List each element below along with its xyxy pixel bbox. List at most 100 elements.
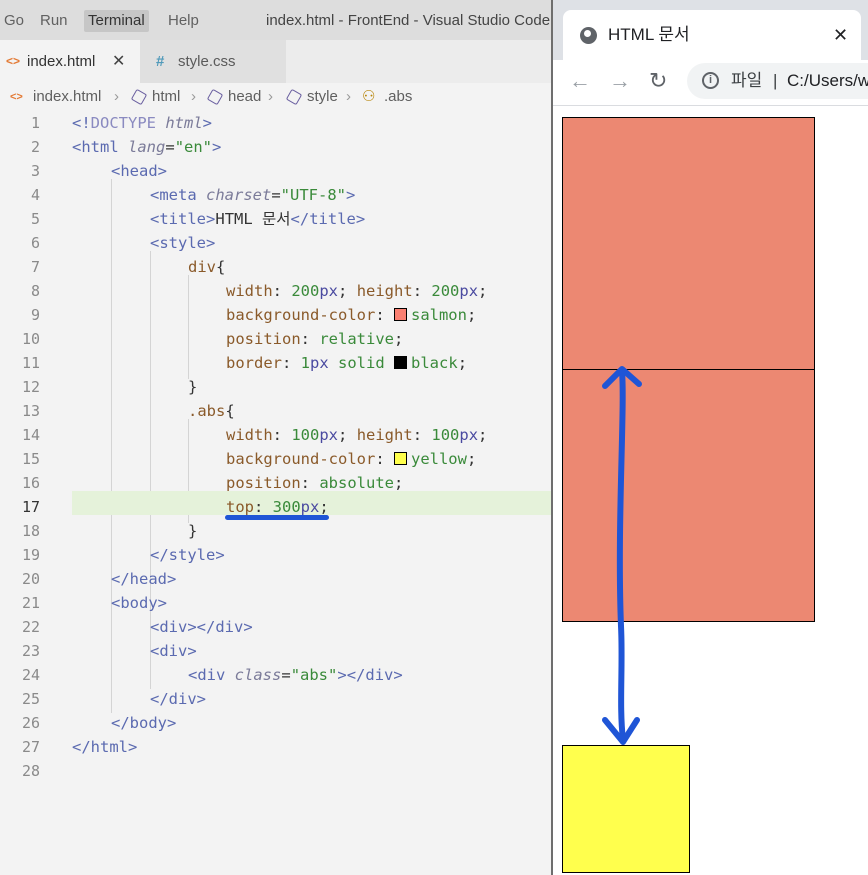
- annotation-arrow: [602, 366, 642, 745]
- arrow-right-icon[interactable]: →: [609, 68, 631, 94]
- line-number: 17: [21, 498, 40, 516]
- line-number: 27: [21, 738, 40, 756]
- code-line-21: <body>: [111, 594, 168, 612]
- info-icon[interactable]: i: [702, 72, 719, 89]
- address-url[interactable]: C:/Users/w: [787, 70, 868, 92]
- breadcrumb: <> index.html › html › head › style › ⚇ …: [0, 83, 551, 111]
- chevron-right-icon: ›: [268, 88, 273, 105]
- line-number: 20: [21, 570, 40, 588]
- menu-bar: Go Run Terminal Help index.html - FrontE…: [0, 0, 551, 40]
- tab-label: index.html: [27, 53, 96, 70]
- address-scheme: 파일: [731, 71, 763, 90]
- code-line-26: </body>: [111, 714, 177, 732]
- address-separator: |: [773, 71, 778, 90]
- menu-help[interactable]: Help: [164, 10, 203, 32]
- element-cube-icon: [285, 88, 303, 106]
- line-number: 21: [21, 594, 40, 612]
- line-number: 7: [30, 258, 40, 276]
- line-number: 22: [21, 618, 40, 636]
- tab-index-html[interactable]: <> index.html ✕: [0, 40, 140, 83]
- code-line-7: div{: [188, 258, 226, 276]
- breadcrumb-item[interactable]: .abs: [384, 83, 412, 111]
- code-line-10: position: relative;: [226, 330, 404, 348]
- tab-label: style.css: [178, 53, 236, 70]
- menu-go[interactable]: Go: [0, 10, 28, 32]
- code-line-13: .abs{: [188, 402, 235, 420]
- line-number: 8: [30, 282, 40, 300]
- line-number: 14: [21, 426, 40, 444]
- html-file-icon: <>: [6, 54, 21, 68]
- address-bar[interactable]: i 파일 | C:/Users/w: [687, 63, 868, 99]
- browser-tab[interactable]: HTML 문서 ✕: [563, 10, 861, 60]
- line-number: 19: [21, 546, 40, 564]
- line-number: 5: [30, 210, 40, 228]
- line-number: 2: [30, 138, 40, 156]
- close-icon[interactable]: ✕: [833, 22, 848, 48]
- code-line-1: <!DOCTYPE html>: [72, 114, 213, 132]
- line-number: 9: [30, 306, 40, 324]
- editor-tab-bar: <> index.html ✕ # style.css: [0, 40, 551, 83]
- line-number: 25: [21, 690, 40, 708]
- code-line-4: <meta charset="UTF-8">: [150, 186, 356, 204]
- code-line-3: <head>: [111, 162, 168, 180]
- menu-run[interactable]: Run: [36, 10, 72, 32]
- vscode-window: Go Run Terminal Help index.html - FrontE…: [0, 0, 551, 875]
- chevron-right-icon: ›: [346, 88, 351, 105]
- breadcrumb-item[interactable]: head: [228, 83, 261, 111]
- code-line-9: background-color: salmon;: [226, 306, 477, 324]
- code-line-8: width: 200px; height: 200px;: [226, 282, 488, 300]
- line-number: 12: [21, 378, 40, 396]
- close-icon[interactable]: ✕: [112, 40, 125, 83]
- indent-guide: [111, 179, 112, 713]
- code-line-14: width: 100px; height: 100px;: [226, 426, 488, 444]
- color-swatch-salmon[interactable]: [393, 308, 407, 321]
- browser-window: HTML 문서 ✕ ← → ↻ i 파일 | C:/Users/w: [551, 0, 868, 875]
- tab-style-css[interactable]: # style.css: [140, 40, 286, 83]
- code-line-22: <div></div>: [150, 618, 253, 636]
- line-number: 6: [30, 234, 40, 252]
- code-line-16: position: absolute;: [226, 474, 404, 492]
- breadcrumb-item[interactable]: html: [152, 83, 180, 111]
- menu-terminal[interactable]: Terminal: [84, 10, 149, 32]
- code-line-20: </head>: [111, 570, 177, 588]
- color-swatch-yellow[interactable]: [393, 452, 407, 465]
- line-number: 15: [21, 450, 40, 468]
- css-selector-icon: ⚇: [362, 88, 376, 105]
- code-line-15: background-color: yellow;: [226, 450, 477, 468]
- line-number: 1: [30, 114, 40, 132]
- line-number: 16: [21, 474, 40, 492]
- code-line-12: }: [188, 378, 198, 396]
- reload-icon[interactable]: ↻: [649, 68, 667, 94]
- html-file-icon: <>: [10, 91, 23, 103]
- chevron-right-icon: ›: [191, 88, 196, 105]
- code-line-6: <style>: [150, 234, 216, 252]
- page-viewport: [553, 106, 868, 875]
- line-number: 13: [21, 402, 40, 420]
- code-line-18: }: [188, 522, 198, 540]
- code-line-11: border: 1px solid black;: [226, 354, 468, 372]
- annotation-underline: [225, 515, 329, 520]
- line-number: 4: [30, 186, 40, 204]
- line-number: 11: [21, 354, 40, 372]
- code-line-5: <title>HTML 문서</title>: [150, 210, 366, 228]
- element-cube-icon: [130, 88, 148, 106]
- line-number: 23: [21, 642, 40, 660]
- line-number: 26: [21, 714, 40, 732]
- code-line-27: </html>: [72, 738, 138, 756]
- arrow-left-icon[interactable]: ←: [569, 68, 591, 94]
- line-number: 24: [21, 666, 40, 684]
- code-line-19: </style>: [150, 546, 225, 564]
- code-editor[interactable]: 1 2 3 4 5 6 7 8 9 10 11 12 13 14 15 16 17 18 19 20 21 22 23 24 2…: [0, 111, 551, 875]
- breadcrumb-item[interactable]: style: [307, 83, 338, 111]
- browser-tab-title: HTML 문서: [608, 25, 690, 44]
- line-number: 28: [21, 762, 40, 780]
- indent-guide: [188, 275, 189, 379]
- css-file-icon: #: [156, 53, 165, 70]
- color-swatch-black[interactable]: [394, 356, 408, 369]
- breadcrumb-item[interactable]: index.html: [33, 83, 101, 111]
- code-line-25: </div>: [150, 690, 207, 708]
- code-line-2: <html lang="en">: [72, 138, 222, 156]
- element-cube-icon: [206, 88, 224, 106]
- code-line-23: <div>: [150, 642, 197, 660]
- line-number: 18: [21, 522, 40, 540]
